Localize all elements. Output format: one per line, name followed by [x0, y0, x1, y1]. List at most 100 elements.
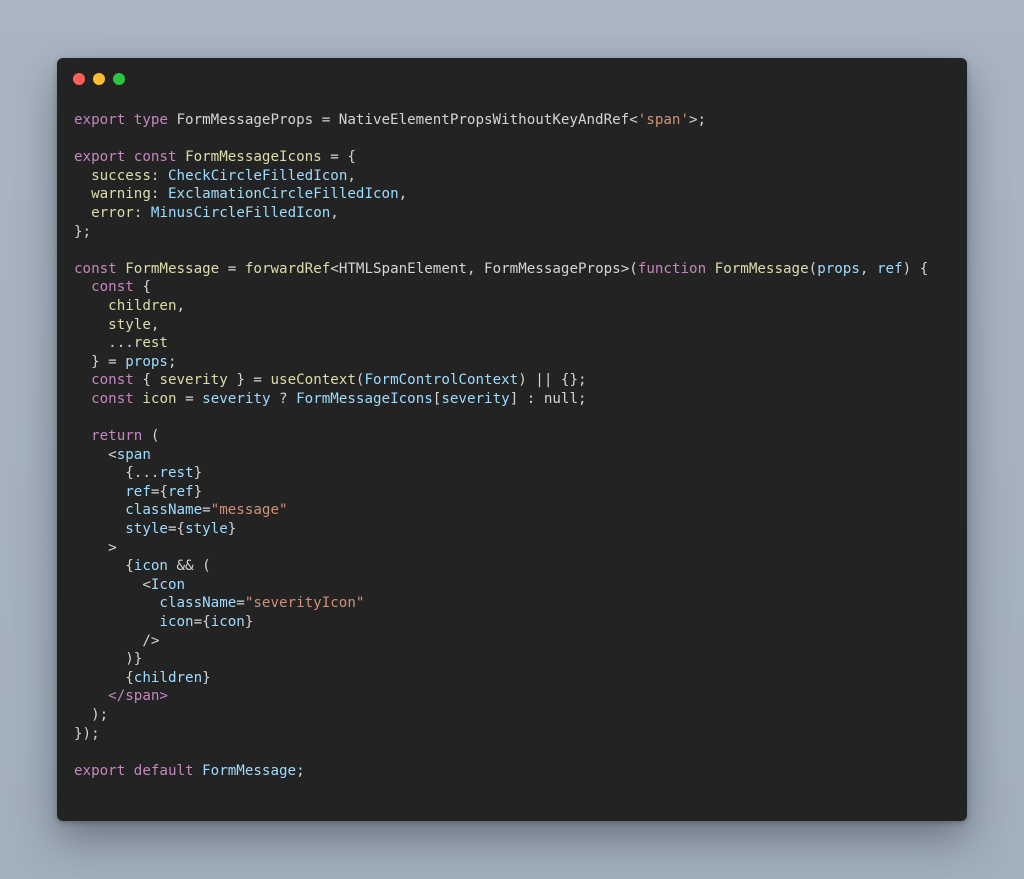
code-token: FormMessage: [202, 762, 297, 779]
code-token: ) || {};: [518, 372, 587, 389]
code-line: style,: [74, 316, 928, 335]
code-token: "message": [210, 502, 288, 519]
code-line: style={style}: [74, 520, 928, 539]
code-token: :: [150, 167, 168, 184]
code-token: };: [74, 223, 92, 240]
code-token: && (: [167, 558, 211, 575]
code-line: warning: ExclamationCircleFilledIcon,: [74, 185, 928, 204]
code-line: ...rest: [74, 334, 928, 353]
code-token: FormMessage: [714, 260, 809, 277]
code-token: const: [91, 372, 134, 389]
code-token: props: [125, 353, 168, 370]
code-token: =: [236, 595, 245, 612]
code-token: {: [74, 669, 134, 686]
code-token: }: [193, 483, 203, 500]
code-token: <: [74, 576, 151, 593]
code-line: ​: [74, 130, 928, 149]
code-line: icon={icon}: [74, 613, 928, 632]
code-token: children: [108, 297, 177, 314]
code-line: children,: [74, 297, 928, 316]
zoom-window-button[interactable]: [113, 73, 125, 85]
code-token: style: [125, 521, 168, 538]
code-line: return (: [74, 427, 928, 446]
code-token: props: [817, 260, 860, 277]
code-token: } =: [227, 372, 271, 389]
code-token: children: [133, 669, 203, 686]
code-token: success: [91, 167, 151, 184]
code-token: (: [808, 260, 818, 277]
code-token: }: [244, 614, 254, 631]
code-line: export default FormMessage;: [74, 762, 928, 781]
code-line: const icon = severity ? FormMessageIcons…: [74, 390, 928, 409]
code-token: icon: [210, 614, 245, 631]
code-token: ?: [270, 390, 297, 407]
code-token: Icon: [150, 576, 186, 593]
code-token: rest: [159, 465, 194, 482]
code-token: } =: [74, 353, 126, 370]
code-line: {children}: [74, 669, 928, 688]
code-line: ref={ref}: [74, 483, 928, 502]
code-token: <HTMLSpanElement, FormMessageProps>(: [330, 260, 638, 277]
code-token: ,: [347, 167, 356, 184]
code-line: className="severityIcon": [74, 594, 928, 613]
code-block: export type FormMessageProps = NativeEle…: [74, 111, 928, 780]
code-token: forwardRef: [244, 260, 331, 277]
code-token: >;: [689, 112, 707, 128]
code-token: CheckCircleFilledIcon: [167, 167, 348, 184]
code-token: const: [91, 279, 134, 296]
minimize-window-button[interactable]: [93, 73, 105, 85]
code-line: <span: [74, 446, 928, 465]
code-token: icon: [142, 390, 177, 407]
code-token: export: [74, 149, 126, 166]
code-token: span: [116, 446, 151, 463]
code-token: severity: [202, 390, 271, 407]
code-line: )}: [74, 650, 928, 669]
code-token: icon: [133, 558, 168, 575]
code-token: ;: [296, 762, 305, 779]
code-token: ref: [167, 483, 194, 500]
code-token: (: [142, 428, 160, 445]
code-token: =: [219, 260, 245, 277]
code-line: const {: [74, 278, 928, 297]
code-line: const { severity } = useContext(FormCont…: [74, 371, 928, 390]
code-token: ref: [877, 260, 903, 277]
code-token: </span>: [108, 688, 168, 705]
code-token: style: [108, 316, 151, 333]
code-token: MinusCircleFilledIcon: [150, 204, 331, 221]
code-line: };: [74, 223, 928, 242]
code-token: = {: [321, 149, 356, 166]
code-token: {...: [74, 465, 160, 482]
code-token: severity: [441, 390, 510, 407]
code-line: ​: [74, 409, 928, 428]
code-token: :: [133, 204, 151, 221]
code-token: ={: [150, 483, 168, 500]
code-token: export: [74, 762, 126, 779]
code-token: FormMessageProps = NativeElementPropsWit…: [167, 112, 638, 128]
code-line: {...rest}: [74, 464, 928, 483]
code-token: {: [133, 372, 160, 389]
code-token: ,: [150, 316, 160, 333]
code-token: style: [185, 521, 228, 538]
code-token: >: [74, 539, 117, 556]
code-token: type: [133, 112, 168, 128]
code-token: useContext: [270, 372, 356, 389]
window-titlebar: [57, 58, 967, 98]
code-token: FormControlContext: [364, 372, 519, 389]
code-line: >: [74, 539, 928, 558]
close-window-button[interactable]: [73, 73, 85, 85]
code-line: error: MinusCircleFilledIcon,: [74, 204, 928, 223]
code-line: {icon && (: [74, 557, 928, 576]
